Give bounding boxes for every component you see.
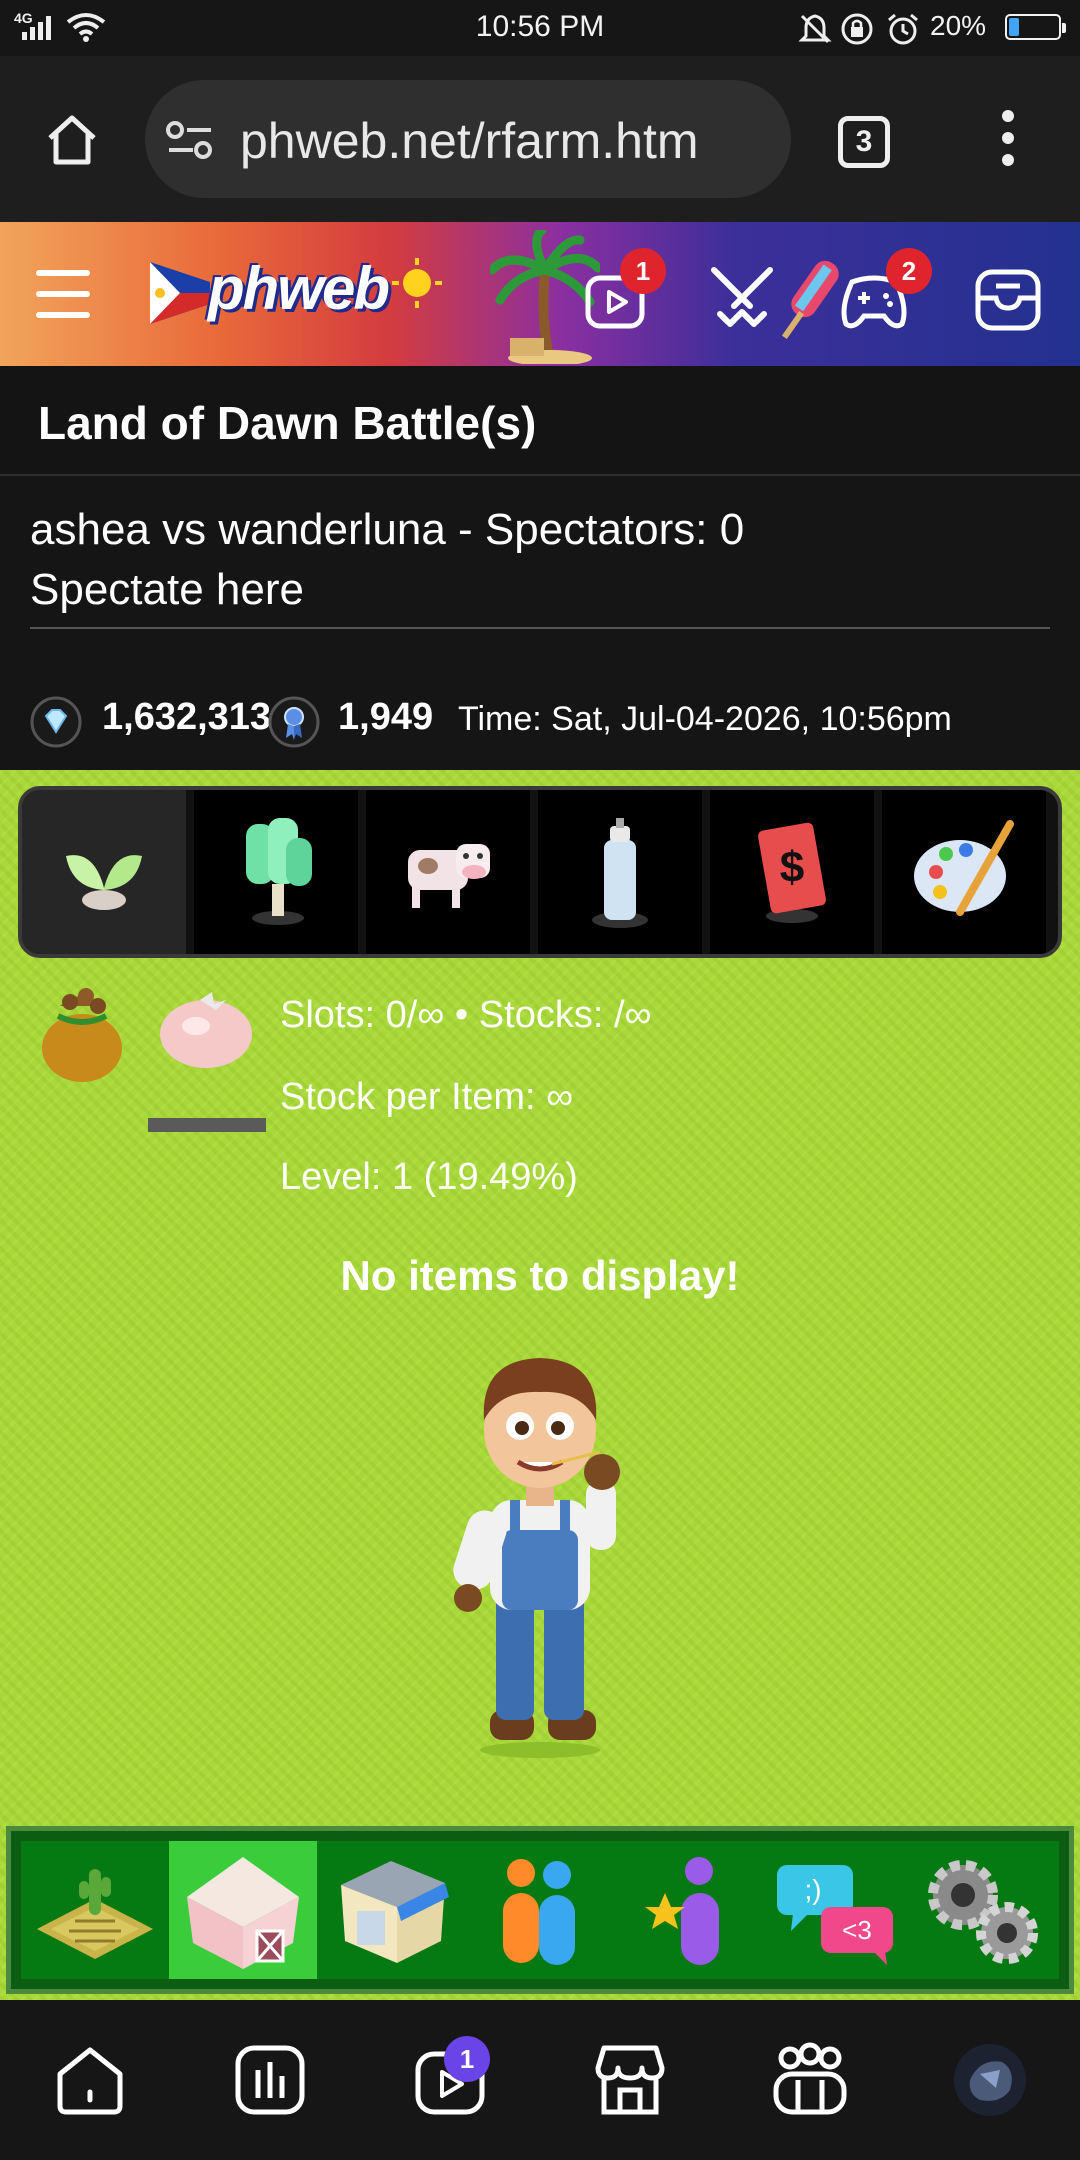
friends-icon	[503, 1859, 575, 1965]
home-icon[interactable]	[42, 110, 102, 170]
site-settings-icon[interactable]	[165, 118, 215, 162]
level-info: Level: 1 (19.49%)	[280, 1156, 578, 1198]
battery-fill	[1009, 18, 1019, 36]
settings-gears-icon	[928, 1860, 1038, 1964]
mute-icon	[798, 14, 832, 44]
menu-icon[interactable]	[996, 108, 1020, 168]
address-bar[interactable]: phweb.net/rfarm.htm	[145, 80, 791, 198]
svg-text:<3: <3	[842, 1915, 872, 1945]
game-nav: ;) <3	[6, 1826, 1074, 1994]
farm-plot-icon	[37, 1869, 153, 1959]
seedling-icon	[66, 855, 142, 910]
stats-icon[interactable]	[230, 2040, 310, 2120]
logo[interactable]: phweb	[208, 254, 390, 323]
divider	[30, 627, 1050, 629]
flag-emblem	[150, 262, 210, 324]
nav-favorites[interactable]	[613, 1841, 761, 1979]
battery-icon	[1005, 14, 1066, 40]
battle-line: ashea vs wanderluna - Spectators: 0	[30, 505, 745, 554]
page-title-bar: Land of Dawn Battle(s)	[0, 366, 1080, 476]
svg-text:$: $	[780, 843, 804, 892]
nav-farm[interactable]	[21, 1841, 169, 1979]
tabs-icon[interactable]: 3	[838, 116, 890, 168]
diamond-count: 1,632,313	[102, 696, 272, 738]
progress-bar	[148, 1118, 266, 1132]
browser-toolbar: phweb.net/rfarm.htm 3	[0, 56, 1080, 222]
nav-barn[interactable]	[169, 1841, 317, 1979]
tab-decorations[interactable]	[882, 790, 1046, 954]
slots-info: Slots: 0/∞ • Stocks: /∞	[280, 994, 652, 1036]
home-icon[interactable]	[50, 2040, 130, 2120]
hamburger-menu-icon[interactable]	[36, 268, 90, 320]
empty-message: No items to display!	[340, 1252, 740, 1299]
barn-icon	[187, 1857, 299, 1969]
lock-rotation-icon	[841, 13, 873, 45]
tab-tools[interactable]	[538, 790, 702, 954]
url-text[interactable]: phweb.net/rfarm.htm	[240, 112, 699, 170]
tab-trees[interactable]	[194, 790, 358, 954]
svg-text:;): ;)	[804, 1874, 821, 1905]
status-bar: 4G 10:56 PM 20%	[0, 0, 1080, 56]
spectate-link[interactable]: Spectate here	[30, 560, 1050, 620]
tab-market[interactable]: $	[710, 790, 874, 954]
shop-icon[interactable]	[590, 2040, 670, 2120]
page-title: Land of Dawn Battle(s)	[38, 397, 537, 449]
category-tabs: $	[18, 786, 1062, 958]
paint-palette-icon	[914, 820, 1014, 916]
ribbon-count: 1,949	[338, 696, 434, 738]
seed-bag-icon[interactable]	[34, 976, 130, 1086]
inbox-icon[interactable]	[974, 268, 1042, 332]
battle-swords-icon[interactable]	[706, 262, 778, 334]
farmer-character	[453, 1358, 620, 1758]
battle-entry: ashea vs wanderluna - Spectators: 0 Spec…	[30, 500, 1050, 620]
avatar[interactable]	[950, 2040, 1030, 2120]
star-user-icon	[645, 1857, 719, 1965]
battery-percent: 20%	[930, 10, 987, 41]
tomato-seed-icon[interactable]	[156, 982, 256, 1072]
bottom-nav: 1	[0, 2000, 1080, 2160]
video-badge: 1	[444, 2036, 490, 2082]
tree-icon	[246, 818, 312, 925]
chat-icon: ;) <3	[777, 1865, 893, 1965]
money-card-icon: $	[758, 822, 826, 923]
ribbon-icon	[268, 696, 320, 748]
alarm-icon	[888, 13, 918, 45]
tab-animals[interactable]	[366, 790, 530, 954]
cow-icon	[408, 844, 490, 908]
groups-icon[interactable]	[770, 2040, 850, 2120]
nav-chat[interactable]: ;) <3	[761, 1841, 909, 1979]
tab-seedlings[interactable]	[22, 790, 186, 954]
server-time: Time: Sat, Jul-04-2026, 10:56pm	[458, 700, 952, 738]
spray-can-icon	[592, 818, 648, 928]
games-badge: 2	[886, 248, 932, 294]
nav-settings[interactable]	[909, 1841, 1057, 1979]
nav-shop[interactable]	[317, 1841, 465, 1979]
sun-icon	[392, 258, 442, 308]
shop-icon	[341, 1861, 449, 1963]
diamond-icon	[30, 696, 82, 748]
nav-friends[interactable]	[465, 1841, 613, 1979]
stock-per-item: Stock per Item: ∞	[280, 1076, 574, 1118]
video-badge: 1	[620, 248, 666, 294]
site-header: phweb 1 2	[0, 222, 1080, 366]
